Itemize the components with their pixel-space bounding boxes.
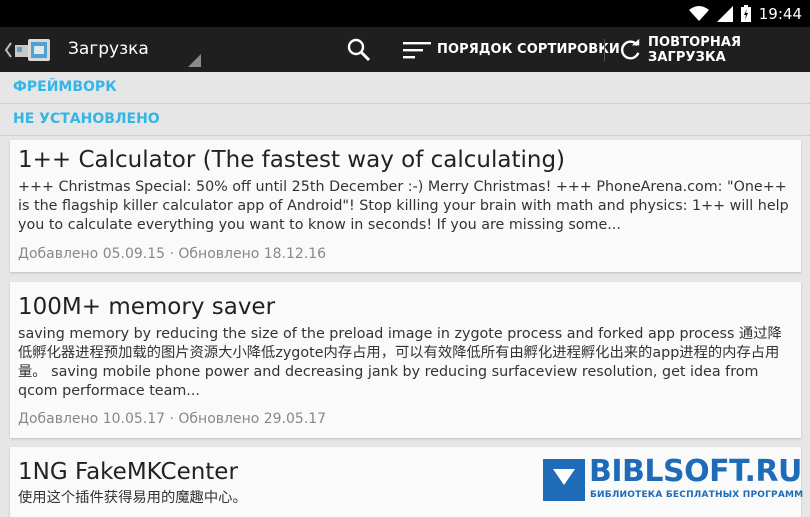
page-title[interactable]: Загрузка bbox=[68, 39, 149, 59]
xposed-up-icon bbox=[4, 39, 50, 61]
search-icon bbox=[347, 38, 371, 62]
download-icon bbox=[543, 459, 585, 501]
signal-icon bbox=[716, 5, 733, 22]
search-button[interactable] bbox=[346, 37, 372, 63]
watermark-logo: BIBLSOFT.RU БИБЛИОТЕКА БЕСПЛАТНЫХ ПРОГРА… bbox=[543, 454, 810, 504]
status-icons: 19:44 bbox=[688, 0, 802, 27]
spinner-indicator bbox=[188, 54, 201, 67]
reload-label: ПОВТОРНАЯ ЗАГРУЗКА bbox=[647, 34, 742, 65]
status-bar: 19:44 bbox=[0, 0, 810, 27]
battery-icon bbox=[740, 5, 751, 22]
sort-label: ПОРЯДОК СОРТИРОВКИ bbox=[437, 42, 620, 57]
module-description: +++ Christmas Special: 50% off until 25t… bbox=[18, 179, 789, 233]
sort-icon bbox=[403, 41, 431, 58]
module-dates: Добавлено 10.05.17 · Обновлено 29.05.17 bbox=[18, 411, 327, 427]
reload-button[interactable]: ПОВТОРНАЯ ЗАГРУЗКА bbox=[618, 27, 810, 72]
module-description: saving memory by reducing the size of th… bbox=[18, 326, 782, 399]
watermark-subtitle: БИБЛИОТЕКА БЕСПЛАТНЫХ ПРОГРАММ bbox=[590, 490, 804, 500]
section-header-not-installed: НЕ УСТАНОВЛЕНО bbox=[13, 111, 160, 127]
up-button[interactable] bbox=[4, 37, 54, 63]
watermark-text: BIBLSOFT.RU bbox=[589, 454, 802, 489]
reload-icon bbox=[620, 38, 640, 59]
module-title: 1++ Calculator (The fastest way of calcu… bbox=[18, 147, 566, 173]
module-dates: Добавлено 05.09.15 · Обновлено 18.12.16 bbox=[18, 246, 327, 262]
divider bbox=[0, 135, 810, 136]
divider bbox=[0, 103, 810, 104]
module-title: 100M+ memory saver bbox=[18, 294, 276, 320]
module-card[interactable]: 100M+ memory saver saving memory by redu… bbox=[10, 282, 801, 438]
module-title: 1NG FakeMKCenter bbox=[18, 459, 238, 485]
section-header-framework[interactable]: ФРЕЙМВОРК bbox=[13, 79, 117, 95]
action-separator bbox=[604, 39, 605, 61]
module-card[interactable]: 1++ Calculator (The fastest way of calcu… bbox=[10, 140, 801, 272]
sort-button[interactable]: ПОРЯДОК СОРТИРОВКИ bbox=[403, 27, 620, 72]
wifi-icon bbox=[688, 5, 709, 21]
status-time: 19:44 bbox=[758, 4, 802, 23]
action-bar: Загрузка ПОРЯДОК СОРТИРОВКИ ПОВТОРНАЯ ЗА… bbox=[0, 27, 810, 72]
